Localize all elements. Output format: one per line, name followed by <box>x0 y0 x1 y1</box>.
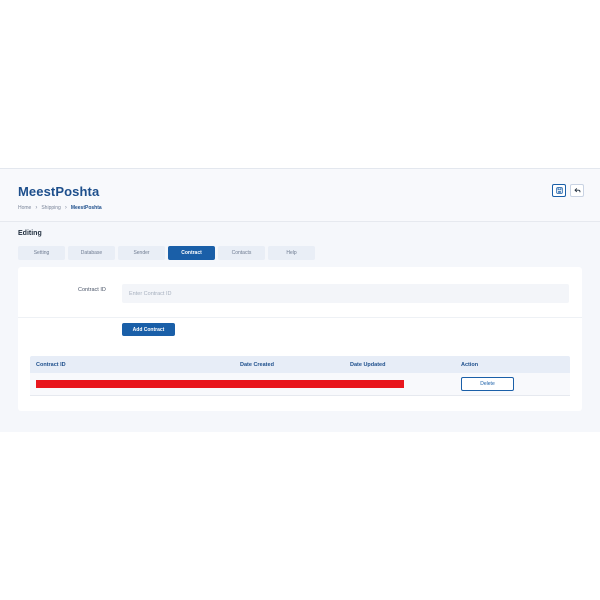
contracts-table: Contract ID Date Created Date Updated Ac… <box>30 356 570 396</box>
tab-sender[interactable]: Sender <box>118 246 165 260</box>
redacted-contract-cell <box>36 380 404 388</box>
table-row: Delete <box>30 373 570 396</box>
tab-contacts[interactable]: Contacts <box>218 246 265 260</box>
tab-help[interactable]: Help <box>268 246 315 260</box>
column-date-updated: Date Updated <box>350 362 386 368</box>
chevron-right-icon: › <box>64 205 67 211</box>
contract-card: Contract ID Add Contract Contract ID Dat… <box>18 267 582 411</box>
save-button[interactable] <box>552 184 566 197</box>
header-actions <box>552 184 584 197</box>
table-header: Contract ID Date Created Date Updated Ac… <box>30 356 570 373</box>
tab-bar: Setting Database Sender Contract Contact… <box>18 246 315 260</box>
breadcrumb: Home › Shipping › MeestPoshta <box>18 205 102 211</box>
back-button[interactable] <box>570 184 584 197</box>
tab-database[interactable]: Database <box>68 246 115 260</box>
divider <box>18 317 582 318</box>
add-contract-button[interactable]: Add Contract <box>122 323 175 336</box>
tab-setting[interactable]: Setting <box>18 246 65 260</box>
tab-contract[interactable]: Contract <box>168 246 215 260</box>
contract-id-label: Contract ID <box>78 287 106 293</box>
delete-button[interactable]: Delete <box>461 377 514 391</box>
contract-id-input[interactable] <box>122 284 569 303</box>
column-action: Action <box>461 362 479 368</box>
breadcrumb-shipping[interactable]: Shipping <box>41 205 60 211</box>
chevron-right-icon: › <box>35 205 38 211</box>
section-title: Editing <box>18 230 42 237</box>
app-frame: MeestPoshta Home › Shipping › MeestPosht… <box>0 168 600 432</box>
back-arrow-icon <box>573 188 580 193</box>
page-header: MeestPoshta Home › Shipping › MeestPosht… <box>0 169 600 222</box>
page-title: MeestPoshta <box>18 184 100 199</box>
column-date-created: Date Created <box>240 362 274 368</box>
column-contract-id: Contract ID <box>36 362 66 368</box>
save-icon <box>555 187 563 194</box>
breadcrumb-home[interactable]: Home <box>18 205 31 211</box>
breadcrumb-current: MeestPoshta <box>70 205 102 211</box>
